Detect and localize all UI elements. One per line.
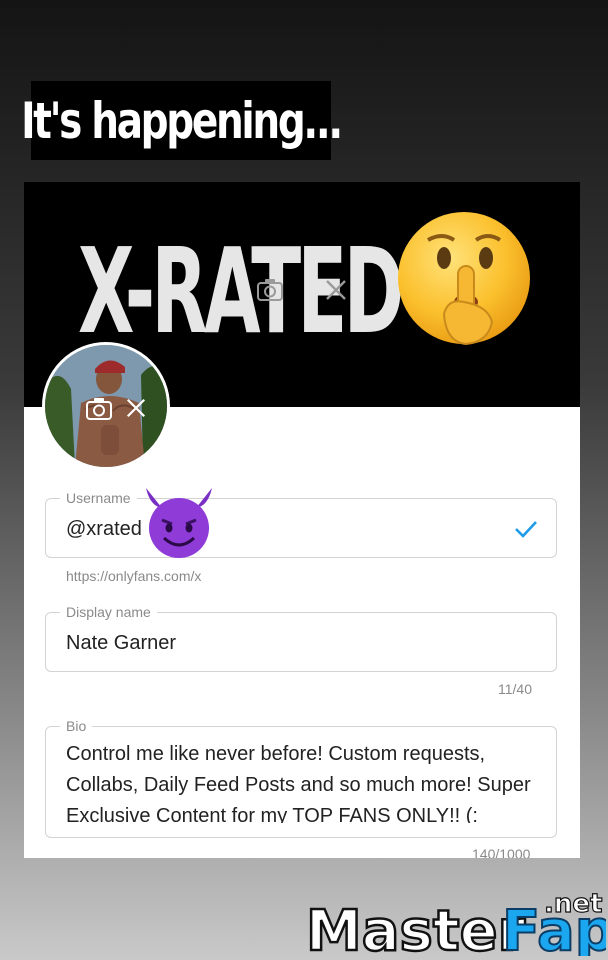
username-helper-url: https://onlyfans.com/x [66,568,202,584]
bio-label: Bio [60,717,93,735]
display-name-field[interactable]: Display name Nate Garner [45,603,557,672]
username-label: Username [60,489,137,507]
bio-value: Control me like never before! Custom req… [66,743,531,823]
cover-title-text: X-RATED [78,222,404,360]
username-field[interactable]: Username @xrated [45,489,557,558]
watermark-net-text: .net [544,890,602,919]
check-icon [515,521,537,538]
avatar-camera-icon[interactable] [85,397,113,421]
display-name-counter: 11/40 [498,681,532,697]
avatar-close-icon[interactable] [125,397,147,419]
display-name-value: Nate Garner [66,632,177,654]
display-name-label: Display name [60,603,157,621]
watermark-logo: Master Fap .net [306,890,606,956]
watermark-master-text: Master [306,899,526,956]
username-value: @xrated [66,518,142,540]
story-caption-text: It's happening... [21,91,343,150]
story-caption: It's happening... [21,81,343,160]
smiling-devil-emoji [146,488,212,558]
avatar[interactable] [42,342,170,470]
shushing-face-emoji [398,212,530,346]
bio-counter: 140/1000 [472,846,531,858]
bio-field[interactable]: Bio Control me like never before! Custom… [45,717,557,838]
profile-edit-card: X-RATED Username @xrated https://onlyfan… [24,182,580,858]
cover-camera-icon[interactable] [256,278,284,302]
cover-close-icon[interactable] [324,278,348,302]
